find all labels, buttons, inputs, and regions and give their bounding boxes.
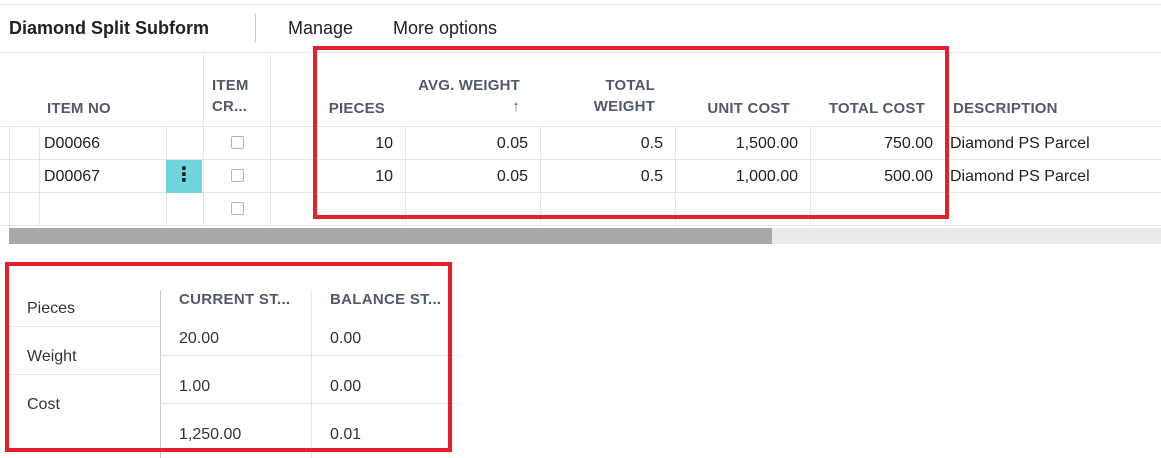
highlight-box-summary (5, 262, 452, 452)
item-cr-checkbox[interactable] (231, 202, 244, 215)
column-header-description[interactable]: DESCRIPTION (945, 53, 1161, 127)
column-header-item-cr[interactable]: ITEM CR... (203, 53, 273, 127)
highlight-box-grid (313, 46, 949, 219)
description-cell[interactable]: Diamond PS Parcel (945, 127, 1161, 160)
header-separator (255, 14, 256, 42)
item-cr-line1: ITEM (212, 77, 249, 94)
item-no-cell[interactable]: D00067 (39, 160, 166, 193)
item-no-cell[interactable] (39, 193, 166, 226)
description-cell[interactable] (945, 193, 1161, 226)
item-cr-line2: CR... (212, 98, 248, 115)
item-cr-checkbox[interactable] (231, 136, 244, 149)
manage-action[interactable]: Manage (288, 18, 353, 39)
item-cr-checkbox[interactable] (231, 169, 244, 182)
page-title: Diamond Split Subform (9, 18, 209, 38)
row-menu-cell[interactable] (166, 127, 203, 160)
scrollbar-thumb[interactable] (9, 228, 772, 244)
row-menu-cell[interactable] (166, 193, 203, 226)
more-options-action[interactable]: More options (393, 18, 497, 39)
item-cr-cell[interactable] (203, 160, 270, 193)
column-header-item-no[interactable]: ITEM NO (47, 53, 197, 127)
row-actions-button[interactable]: ⋮ (166, 160, 202, 193)
item-cr-cell[interactable] (203, 127, 270, 160)
item-cr-cell[interactable] (203, 193, 270, 226)
row-selector[interactable] (9, 193, 39, 226)
row-selector[interactable] (9, 160, 39, 193)
description-cell[interactable]: Diamond PS Parcel (945, 160, 1161, 193)
item-no-cell[interactable]: D00066 (39, 127, 166, 160)
row-selector[interactable] (9, 127, 39, 160)
